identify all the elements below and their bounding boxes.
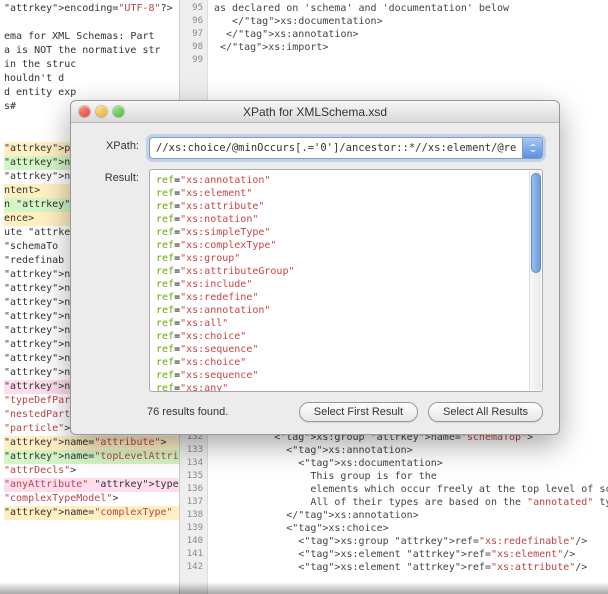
sidebar-line: "attrkey">name="attribute"> bbox=[4, 436, 179, 450]
code-line bbox=[214, 54, 604, 67]
result-count-status: 76 results found. bbox=[87, 406, 289, 418]
result-row[interactable]: ref="xs:element" bbox=[156, 187, 522, 200]
code-line: </"tag">xs:import> bbox=[214, 41, 604, 54]
result-row[interactable]: ref="xs:attribute" bbox=[156, 200, 522, 213]
scrollbar[interactable] bbox=[529, 171, 541, 390]
code-line: </"tag">xs:annotation> bbox=[214, 509, 604, 522]
code-line: <"tag">xs:annotation> bbox=[214, 444, 604, 457]
code-line: All of their types are based on the "ann… bbox=[214, 496, 604, 509]
xpath-input[interactable] bbox=[150, 138, 522, 158]
code-line: <"tag">xs:group "attrkey">ref="xs:redefi… bbox=[214, 535, 604, 548]
xpath-dialog: XPath for XMLSchema.xsd XPath: Result: r… bbox=[70, 100, 560, 435]
dropdown-arrow-icon[interactable] bbox=[522, 138, 542, 158]
minimize-icon[interactable] bbox=[96, 106, 107, 117]
gutter-line: 133 bbox=[180, 444, 203, 457]
result-row[interactable]: ref="xs:redefine" bbox=[156, 291, 522, 304]
gutter-line: 97 bbox=[180, 28, 203, 41]
sidebar-line: "attrkey">name="topLevelAttribute"> bbox=[4, 450, 179, 464]
code-line: </"tag">xs:annotation> bbox=[214, 28, 604, 41]
xpath-label: XPath: bbox=[87, 137, 139, 159]
result-row[interactable]: ref="xs:simpleType" bbox=[156, 226, 522, 239]
sidebar-line: "attrkey">encoding="UTF-8"?> bbox=[4, 2, 179, 16]
code-line: <"tag">xs:element "attrkey">ref="xs:attr… bbox=[214, 561, 604, 574]
gutter-line: 136 bbox=[180, 483, 203, 496]
gutter-line: 140 bbox=[180, 535, 203, 548]
gutter-line: 95 bbox=[180, 2, 203, 15]
gutter-line: 138 bbox=[180, 509, 203, 522]
result-label: Result: bbox=[87, 169, 139, 392]
sidebar-line: houldn't d bbox=[4, 72, 179, 86]
dialog-title: XPath for XMLSchema.xsd bbox=[71, 105, 559, 119]
result-row[interactable]: ref="xs:include" bbox=[156, 278, 522, 291]
gutter-line: 96 bbox=[180, 15, 203, 28]
sidebar-line: ema for XML Schemas: Part bbox=[4, 30, 179, 44]
result-row[interactable]: ref="xs:any" bbox=[156, 382, 522, 391]
result-box: ref="xs:annotation"ref="xs:element"ref="… bbox=[149, 169, 543, 392]
result-row[interactable]: ref="xs:sequence" bbox=[156, 343, 522, 356]
result-row[interactable]: ref="xs:all" bbox=[156, 317, 522, 330]
gutter-line: 134 bbox=[180, 457, 203, 470]
code-line: </"tag">xs:documentation> bbox=[214, 15, 604, 28]
result-row[interactable]: ref="xs:annotation" bbox=[156, 174, 522, 187]
code-line: as declared on 'schema' and 'documentati… bbox=[214, 2, 604, 15]
result-row[interactable]: ref="xs:choice" bbox=[156, 356, 522, 369]
xpath-combobox[interactable] bbox=[149, 137, 543, 159]
result-row[interactable]: ref="xs:complexType" bbox=[156, 239, 522, 252]
select-all-results-button[interactable]: Select All Results bbox=[428, 402, 543, 422]
result-list[interactable]: ref="xs:annotation"ref="xs:element"ref="… bbox=[150, 170, 528, 391]
sidebar-line: "attrkey">name="complexType" abstr bbox=[4, 506, 179, 520]
code-line: <"tag">xs:documentation> bbox=[214, 457, 604, 470]
window-controls bbox=[71, 106, 124, 117]
gutter-line: 141 bbox=[180, 548, 203, 561]
gutter-line: 98 bbox=[180, 41, 203, 54]
result-row[interactable]: ref="xs:annotation" bbox=[156, 304, 522, 317]
sidebar-line: "attrDecls"> bbox=[4, 464, 179, 478]
titlebar[interactable]: XPath for XMLSchema.xsd bbox=[71, 101, 559, 123]
gutter-line: 99 bbox=[180, 54, 203, 67]
code-line: <"tag">xs:choice> bbox=[214, 522, 604, 535]
gutter-line: 137 bbox=[180, 496, 203, 509]
result-row[interactable]: ref="xs:group" bbox=[156, 252, 522, 265]
sidebar-line: a is NOT the normative str bbox=[4, 44, 179, 58]
code-line: <"tag">xs:element "attrkey">ref="xs:elem… bbox=[214, 548, 604, 561]
result-row[interactable]: ref="xs:notation" bbox=[156, 213, 522, 226]
code-line: elements which occur freely at the top l… bbox=[214, 483, 604, 496]
close-icon[interactable] bbox=[79, 106, 90, 117]
sidebar-line: in the struc bbox=[4, 58, 179, 72]
sidebar-line bbox=[4, 16, 179, 30]
result-row[interactable]: ref="xs:choice" bbox=[156, 330, 522, 343]
gutter-line: 135 bbox=[180, 470, 203, 483]
zoom-icon[interactable] bbox=[113, 106, 124, 117]
sidebar-line: "complexTypeModel"> bbox=[4, 492, 179, 506]
sidebar-line: d entity exp bbox=[4, 86, 179, 100]
sidebar-line: "anyAttribute" "attrkey">type="xs:w bbox=[4, 478, 179, 492]
code-line: This group is for the bbox=[214, 470, 604, 483]
result-row[interactable]: ref="xs:sequence" bbox=[156, 369, 522, 382]
scrollbar-thumb[interactable] bbox=[531, 173, 541, 273]
gutter-line: 139 bbox=[180, 522, 203, 535]
result-row[interactable]: ref="xs:attributeGroup" bbox=[156, 265, 522, 278]
gutter-line: 142 bbox=[180, 561, 203, 574]
select-first-result-button[interactable]: Select First Result bbox=[299, 402, 418, 422]
